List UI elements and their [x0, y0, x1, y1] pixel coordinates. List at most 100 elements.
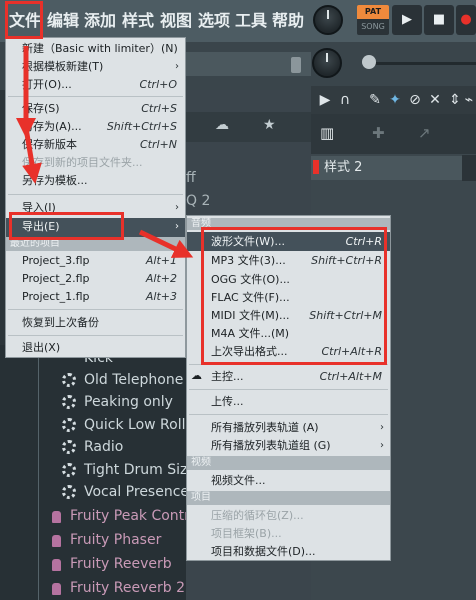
- master-pitch-knob[interactable]: [312, 48, 342, 78]
- master-volume-knob[interactable]: [313, 5, 343, 35]
- gear-icon: [62, 485, 76, 499]
- menu-item-label: 恢复到上次备份: [22, 316, 99, 329]
- menu-item-label: 所有播放列表轨道 (A): [211, 421, 319, 434]
- menu-item-exit[interactable]: 退出(X): [6, 339, 185, 357]
- list-item[interactable]: Fruity Reeverb 2: [70, 577, 185, 600]
- menu-item-new[interactable]: 新建（Basic with limiter）(N): [6, 40, 185, 58]
- gear-icon: [62, 373, 76, 387]
- arrow-right-icon[interactable]: ▶: [316, 86, 334, 114]
- menu-add[interactable]: 添加: [82, 7, 118, 35]
- menu-item-save[interactable]: 保存(S) Ctrl+S: [6, 100, 185, 118]
- gear-icon: [62, 463, 76, 477]
- pattern-scrollbar[interactable]: [462, 155, 476, 181]
- chevron-right-icon: ›: [175, 221, 179, 232]
- menu-divider: [8, 96, 183, 97]
- menu-item-export-project-bones[interactable]: 项目框架(B)...: [187, 524, 390, 543]
- menu-item-save-as[interactable]: 另存为(A)... Shift+Ctrl+S: [6, 118, 185, 136]
- shortcut-label: Ctrl+Alt+M: [319, 370, 382, 383]
- cloud-icon[interactable]: ☁: [215, 117, 229, 133]
- list-item[interactable]: Fruity Reeverb: [70, 553, 172, 576]
- menu-item-label: Project_2.flp: [22, 272, 90, 285]
- plugin-icon: [52, 511, 61, 523]
- mute-icon[interactable]: ✕: [426, 86, 444, 114]
- menu-item-label: 上传...: [211, 395, 244, 408]
- audio-icon[interactable]: ✚: [372, 124, 385, 142]
- shortcut-label: Ctrl+S: [141, 102, 177, 115]
- menu-tools[interactable]: 工具: [233, 7, 269, 35]
- menu-item-label: Project_1.flp: [22, 290, 90, 303]
- play-button[interactable]: ▶: [392, 5, 422, 35]
- menu-item-export-project-data[interactable]: 项目和数据文件(D)...: [187, 542, 390, 561]
- browser-text: ff: [186, 170, 196, 186]
- chevron-right-icon: ›: [380, 440, 384, 451]
- menu-item-label: 保存新版本: [22, 138, 77, 151]
- list-item[interactable]: Peaking only: [84, 391, 173, 413]
- menu-divider: [8, 335, 183, 336]
- menu-item-upload[interactable]: 上传...: [187, 392, 390, 411]
- automation-icon[interactable]: ↗: [418, 124, 431, 142]
- menu-item-save-as-template[interactable]: 另存为模板...: [6, 172, 185, 190]
- menu-item-save-to-new-folder[interactable]: 保存到新的项目文件夹...: [6, 154, 185, 172]
- pat-song-toggle[interactable]: PAT SONG: [357, 5, 389, 35]
- song-label: SONG: [357, 19, 389, 35]
- pencil-icon[interactable]: ✎: [366, 86, 384, 114]
- file-menu: 新建（Basic with limiter）(N) 根据模板新建(T) › 打开(…: [5, 37, 186, 358]
- shortcut-label: Ctrl+N: [139, 138, 177, 151]
- menu-view[interactable]: 视图: [158, 7, 194, 35]
- menu-item-label: 退出(X): [22, 341, 61, 354]
- menu-patterns[interactable]: 样式: [120, 7, 156, 35]
- stop-icon: ■: [432, 12, 446, 27]
- menu-help[interactable]: 帮助: [270, 7, 306, 35]
- delete-icon[interactable]: ⊘: [406, 86, 424, 114]
- list-item[interactable]: Old Telephone: [84, 369, 183, 391]
- video-section: 视频: [187, 456, 390, 470]
- stop-button[interactable]: ■: [424, 5, 454, 35]
- menu-item-export-all-track-groups[interactable]: 所有播放列表轨道组 (G) ›: [187, 436, 390, 455]
- gear-icon: [62, 418, 76, 432]
- list-item[interactable]: Fruity Phaser: [70, 529, 161, 552]
- menu-item-save-new-version[interactable]: 保存新版本 Ctrl+N: [6, 136, 185, 154]
- menu-item-recent-3[interactable]: Project_1.flp Alt+3: [6, 288, 185, 306]
- lock-icon: [291, 57, 301, 73]
- tempo-slider-handle[interactable]: [362, 55, 376, 69]
- gear-icon: [62, 395, 76, 409]
- record-button[interactable]: ●: [456, 5, 476, 35]
- menu-item-recent-2[interactable]: Project_2.flp Alt+2: [6, 270, 185, 288]
- pattern-label: 样式 2: [324, 160, 363, 175]
- menu-item-label: 压缩的循环包(Z)...: [211, 509, 304, 522]
- menu-edit[interactable]: 编辑: [45, 7, 81, 35]
- piano-icon[interactable]: ▥: [320, 124, 334, 142]
- menu-item-label: 保存到新的项目文件夹...: [22, 156, 143, 169]
- chevron-right-icon: ›: [175, 202, 179, 213]
- shortcut-label: Shift+Ctrl+S: [106, 120, 177, 133]
- list-item[interactable]: Vocal Presence: [84, 481, 189, 503]
- magnet-icon[interactable]: ∩: [336, 86, 354, 114]
- pat-label: PAT: [357, 5, 389, 19]
- menu-options[interactable]: 选项: [196, 7, 232, 35]
- menu-item-label: 另存为(A)...: [22, 120, 82, 133]
- menu-item-recent-1[interactable]: Project_3.flp Alt+1: [6, 252, 185, 270]
- menu-item-export-master[interactable]: 主控... Ctrl+Alt+M: [187, 367, 390, 386]
- menu-item-new-from-template[interactable]: 根据模板新建(T) ›: [6, 58, 185, 76]
- menu-item-label: 所有播放列表轨道组 (G): [211, 439, 331, 452]
- menu-item-export-loop-package[interactable]: 压缩的循环包(Z)...: [187, 506, 390, 525]
- project-section: 项目: [187, 491, 390, 505]
- paint-icon[interactable]: ✦: [386, 86, 404, 114]
- star-icon[interactable]: ★: [263, 117, 276, 133]
- list-item[interactable]: Radio: [84, 436, 123, 458]
- menu-item-label: Project_3.flp: [22, 254, 90, 267]
- slice-icon[interactable]: ⌁: [460, 86, 476, 114]
- plugin-icon: [52, 535, 61, 547]
- menu-item-label: 根据模板新建(T): [22, 60, 104, 73]
- menu-item-label: 项目框架(B)...: [211, 527, 282, 540]
- shortcut-label: Alt+1: [145, 254, 177, 267]
- menu-item-export-all-tracks[interactable]: 所有播放列表轨道 (A) ›: [187, 418, 390, 437]
- menu-divider: [189, 389, 388, 390]
- menu-item-export-video[interactable]: 视频文件...: [187, 471, 390, 490]
- plugin-icon: [52, 559, 61, 571]
- menu-item-label: 视频文件...: [211, 474, 266, 487]
- menu-item-revert-backup[interactable]: 恢复到上次备份: [6, 314, 185, 332]
- chevron-right-icon: ›: [380, 422, 384, 433]
- tempo-slider[interactable]: [372, 62, 476, 65]
- menu-item-open[interactable]: 打开(O)... Ctrl+O: [6, 76, 185, 94]
